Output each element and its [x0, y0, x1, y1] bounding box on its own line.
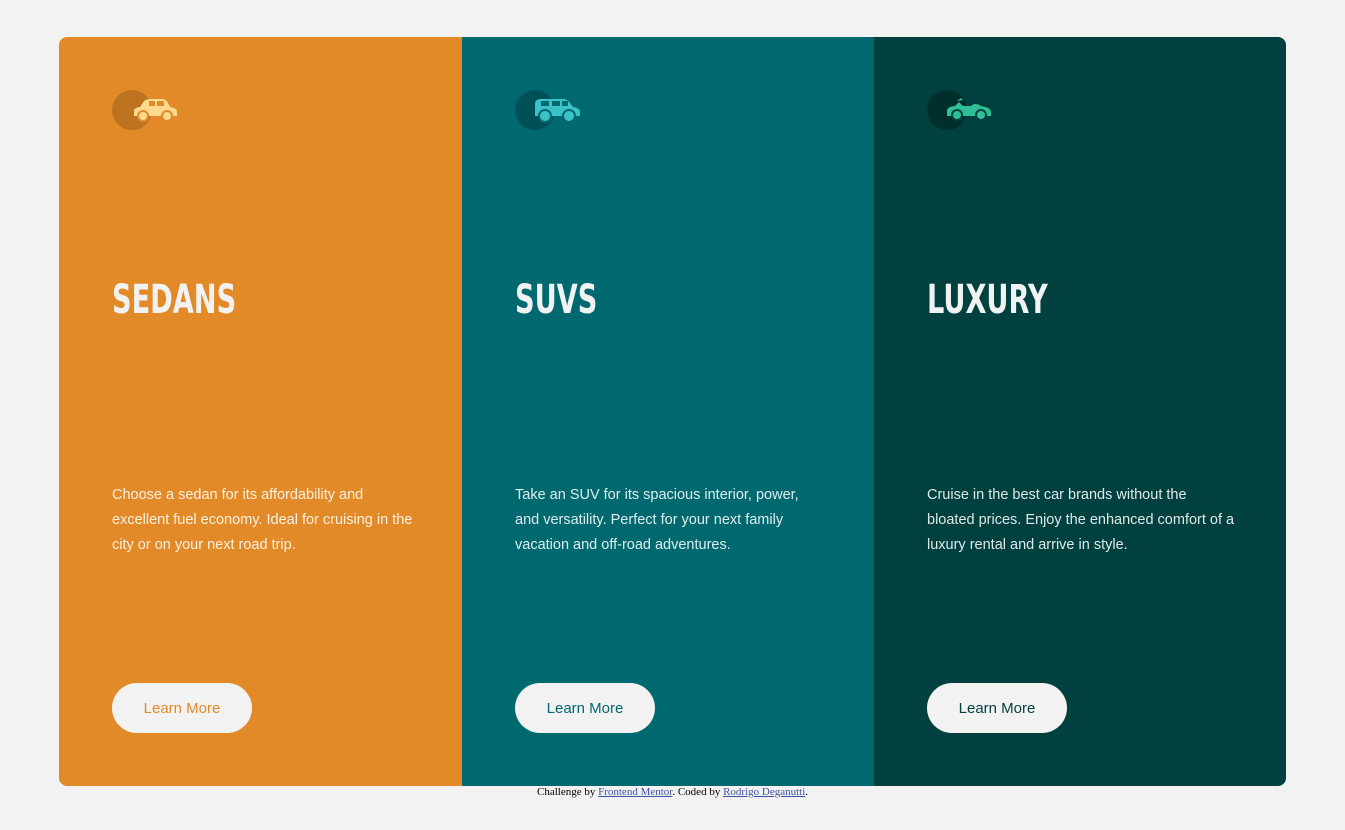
- card-description: Cruise in the best car brands without th…: [927, 487, 1235, 553]
- card-title: SUVS: [515, 277, 598, 323]
- card-title: SEDANS: [112, 277, 237, 323]
- card-suvs: SUVS Take an SUV for its spacious interi…: [462, 37, 874, 786]
- author-link[interactable]: Rodrigo Deganutti: [723, 786, 805, 798]
- learn-more-button-suvs[interactable]: Learn More: [515, 683, 655, 733]
- card-title: LUXURY: [927, 277, 1048, 323]
- attribution-suffix: .: [805, 786, 809, 798]
- learn-more-button-luxury[interactable]: Learn More: [927, 683, 1067, 733]
- card-description: Take an SUV for its spacious interior, p…: [515, 487, 799, 553]
- sedan-car-icon: [112, 90, 178, 130]
- frontend-mentor-link[interactable]: Frontend Mentor: [598, 786, 672, 798]
- attribution-prefix: Challenge by: [536, 786, 599, 798]
- luxury-car-icon: [927, 90, 993, 130]
- card-luxury: LUXURY Cruise in the best car brands wit…: [874, 37, 1286, 786]
- card-sedans: SEDANS Choose a sedan for its affordabil…: [59, 37, 462, 786]
- attribution-footer: Challenge by Frontend Mentor. Coded by R…: [0, 786, 1345, 798]
- attribution-middle: . Coded by: [672, 786, 724, 798]
- card-description: Choose a sedan for its affordability and…: [112, 487, 413, 553]
- car-cards-container: SEDANS Choose a sedan for its affordabil…: [59, 37, 1286, 786]
- suv-car-icon: [515, 90, 581, 130]
- learn-more-button-sedans[interactable]: Learn More: [112, 683, 252, 733]
